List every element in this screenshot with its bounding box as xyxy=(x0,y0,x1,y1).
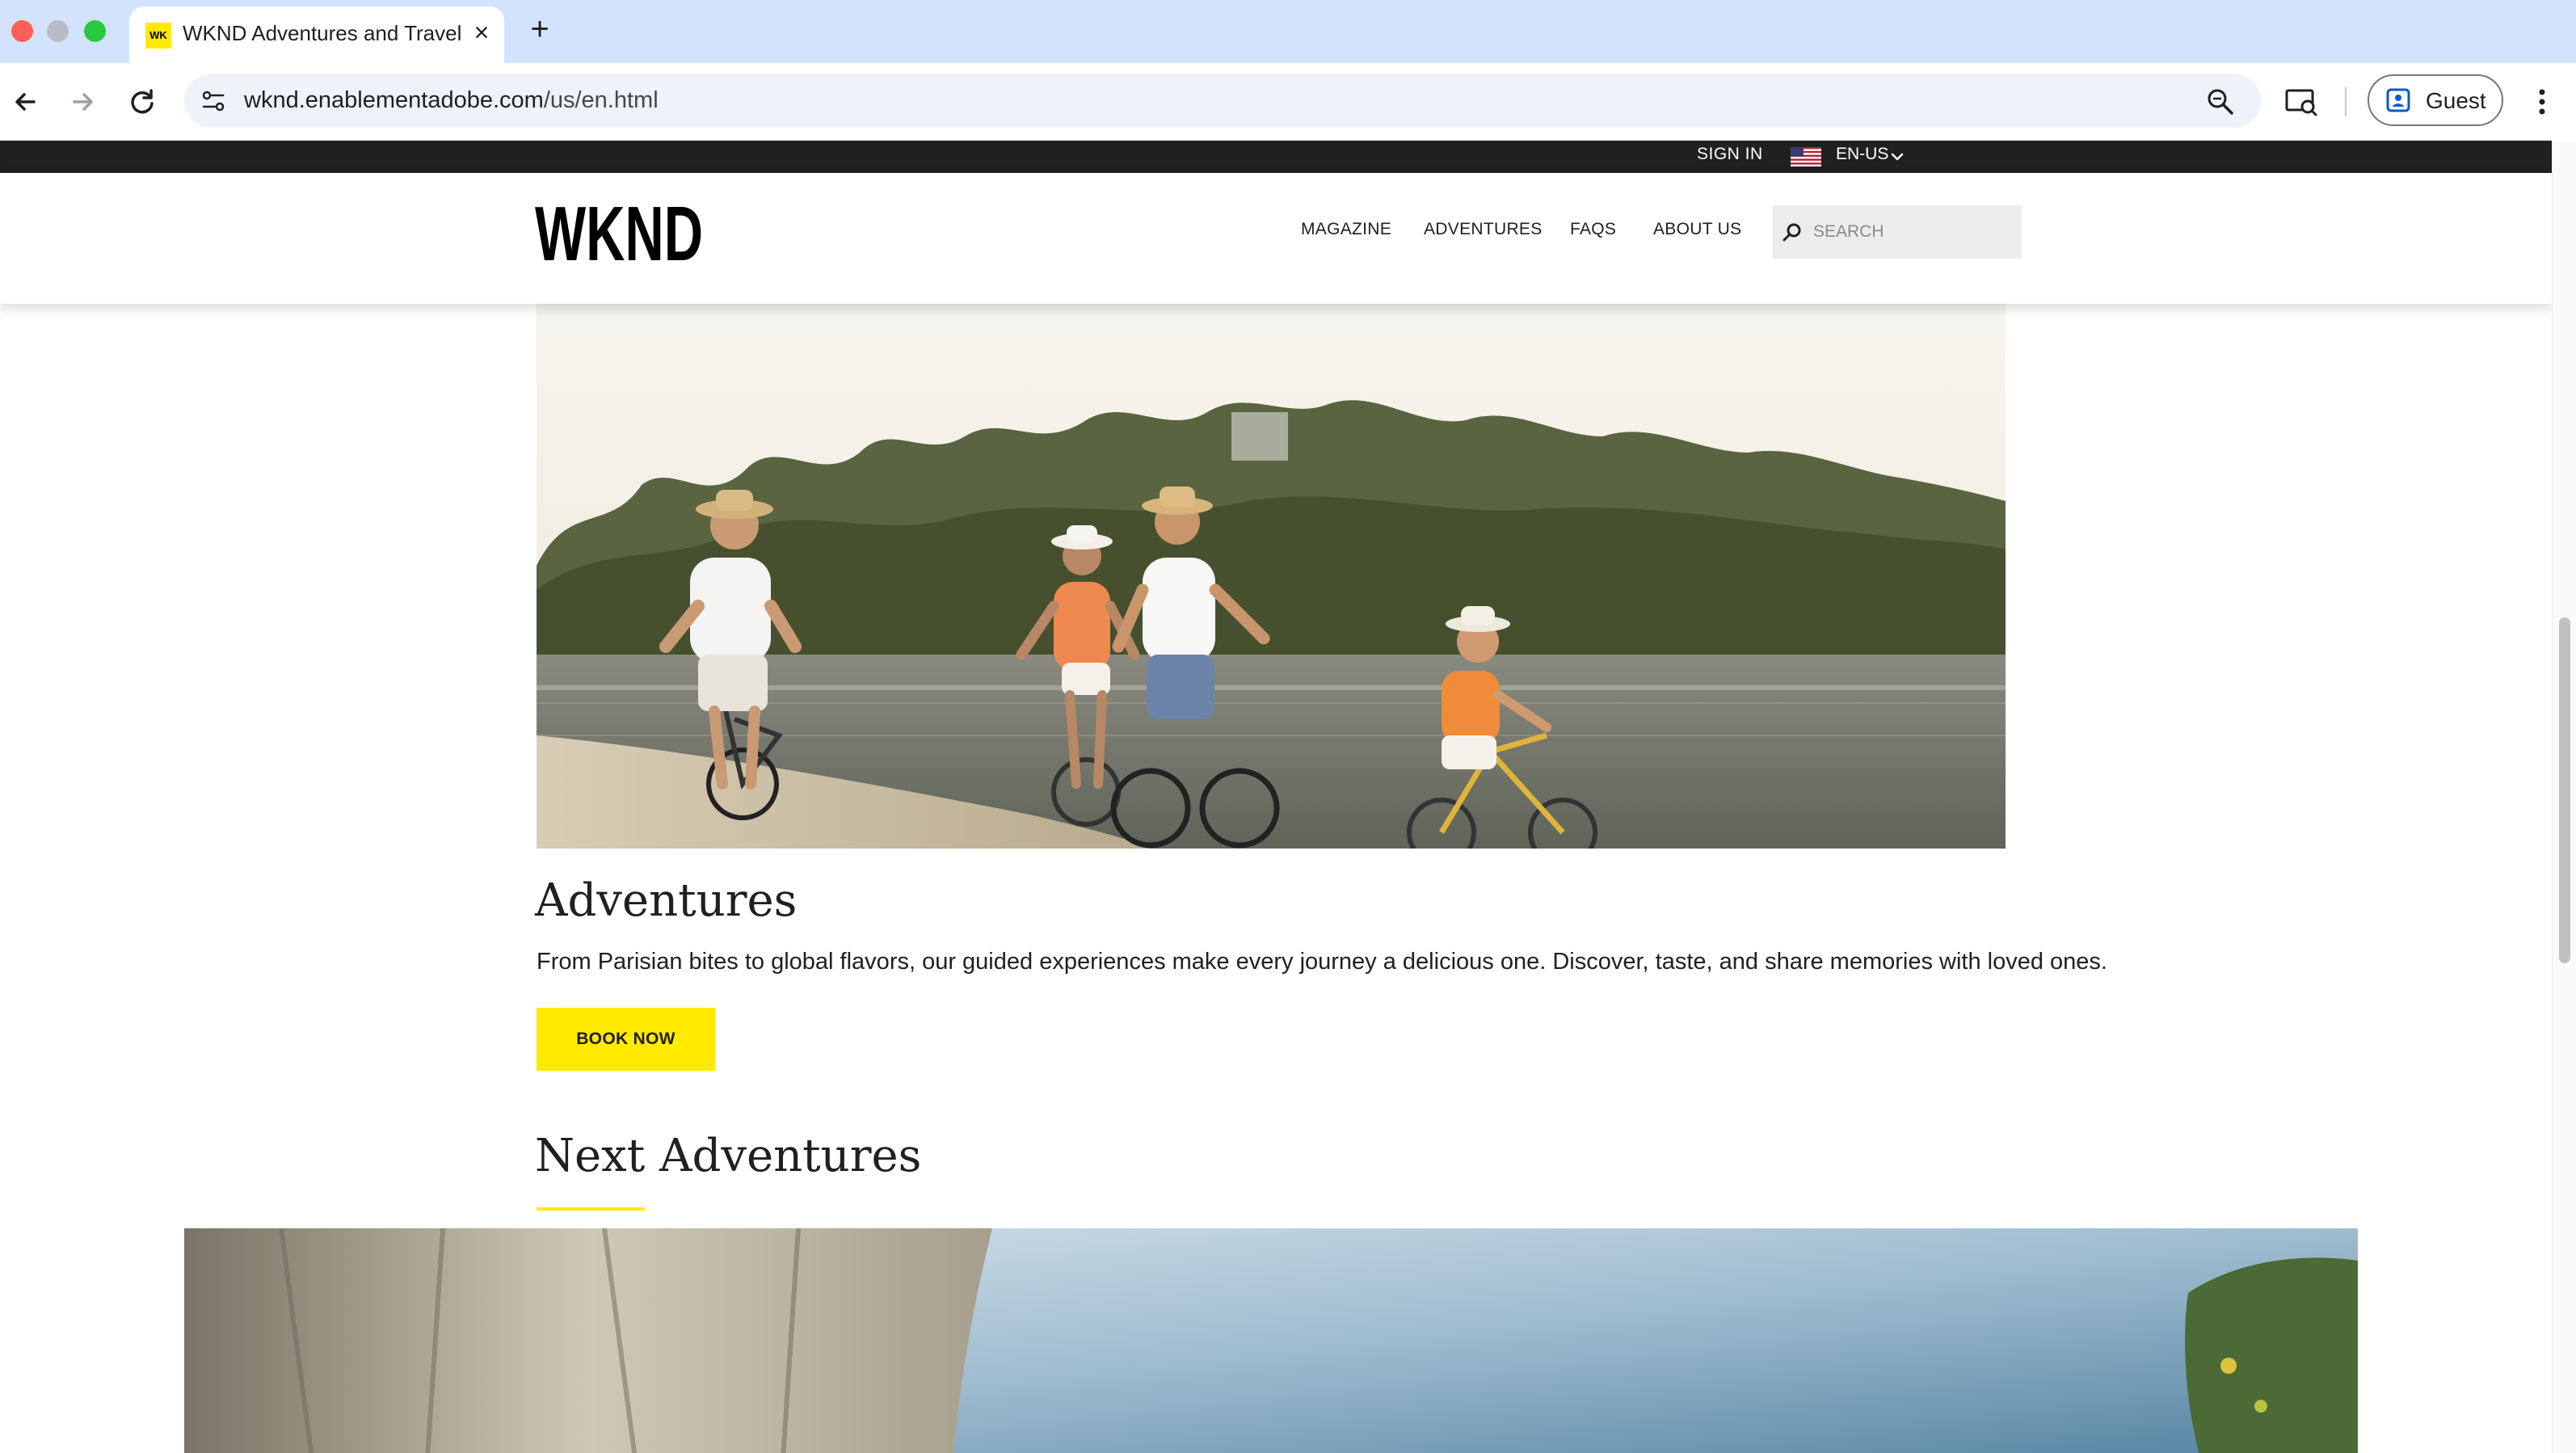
browser-toolbar: wknd.enablementadobe.com/us/en.html xyxy=(0,63,2576,141)
url-text[interactable]: wknd.enablementadobe.com/us/en.html xyxy=(244,87,659,114)
search-placeholder: SEARCH xyxy=(1813,222,1884,241)
wknd-favicon-icon: WK xyxy=(145,23,171,48)
next-adventures-title: Next Adventures xyxy=(535,1130,922,1182)
profile-button[interactable]: Guest xyxy=(2368,74,2503,126)
sign-in-link[interactable]: SIGN IN xyxy=(1697,145,1763,164)
language-selector[interactable]: EN-US xyxy=(1836,145,1888,164)
profile-icon xyxy=(2386,88,2410,112)
nav-magazine[interactable]: MAGAZINE xyxy=(1301,220,1391,239)
forward-arrow-icon[interactable] xyxy=(61,81,103,123)
tab-close-icon[interactable]: × xyxy=(467,18,496,47)
title-underline xyxy=(537,1207,645,1211)
zoom-icon[interactable] xyxy=(2204,86,2237,118)
address-bar[interactable]: wknd.enablementadobe.com/us/en.html xyxy=(184,74,2261,128)
back-arrow-icon[interactable] xyxy=(5,81,47,123)
wknd-logo[interactable]: WKND xyxy=(535,196,705,267)
toolbar-separator xyxy=(2345,87,2347,116)
window-maximize-button[interactable] xyxy=(84,20,106,42)
browser-tab-strip: WK WKND Adventures and Travel × + xyxy=(0,0,2576,63)
search-icon xyxy=(1783,223,1801,242)
profile-label: Guest xyxy=(2426,88,2486,113)
utility-bar: SIGN IN EN-US xyxy=(0,141,2552,173)
hero-title: Adventures xyxy=(535,874,798,927)
window-close-button[interactable] xyxy=(11,20,33,42)
nav-adventures[interactable]: ADVENTURES xyxy=(1424,220,1543,239)
site-info-icon[interactable] xyxy=(197,85,229,117)
book-now-button[interactable]: BOOK NOW xyxy=(537,1008,715,1071)
browser-tab-active[interactable]: WK WKND Adventures and Travel × xyxy=(129,6,504,63)
svg-text:WKND: WKND xyxy=(535,196,703,267)
hero-description: From Parisian bites to global flavors, o… xyxy=(537,949,2107,975)
scrollbar-thumb[interactable] xyxy=(2559,617,2570,963)
hero-image-family-cycling xyxy=(537,299,2006,849)
window-minimize-button[interactable] xyxy=(47,20,69,42)
search-input[interactable]: SEARCH xyxy=(1773,205,2022,259)
site-header: WKND MAGAZINE ADVENTURES FAQS ABOUT US S… xyxy=(0,173,2552,304)
page-scrollbar[interactable] xyxy=(2552,141,2576,1453)
nav-faqs[interactable]: FAQS xyxy=(1570,220,1616,239)
tab-title: WKND Adventures and Travel xyxy=(183,21,462,45)
cast-search-icon[interactable] xyxy=(2283,84,2319,120)
us-flag-icon[interactable] xyxy=(1791,147,1821,166)
nav-about-us[interactable]: ABOUT US xyxy=(1653,220,1741,239)
chevron-down-icon[interactable] xyxy=(1889,149,1905,165)
page-viewport: SIGN IN EN-US WKND MAGAZINE ADVENTURES F… xyxy=(0,141,2552,1453)
new-tab-icon[interactable]: + xyxy=(522,13,558,48)
next-adventure-image[interactable] xyxy=(184,1228,2358,1453)
more-menu-icon[interactable] xyxy=(2526,82,2558,121)
reload-icon[interactable] xyxy=(121,81,163,123)
